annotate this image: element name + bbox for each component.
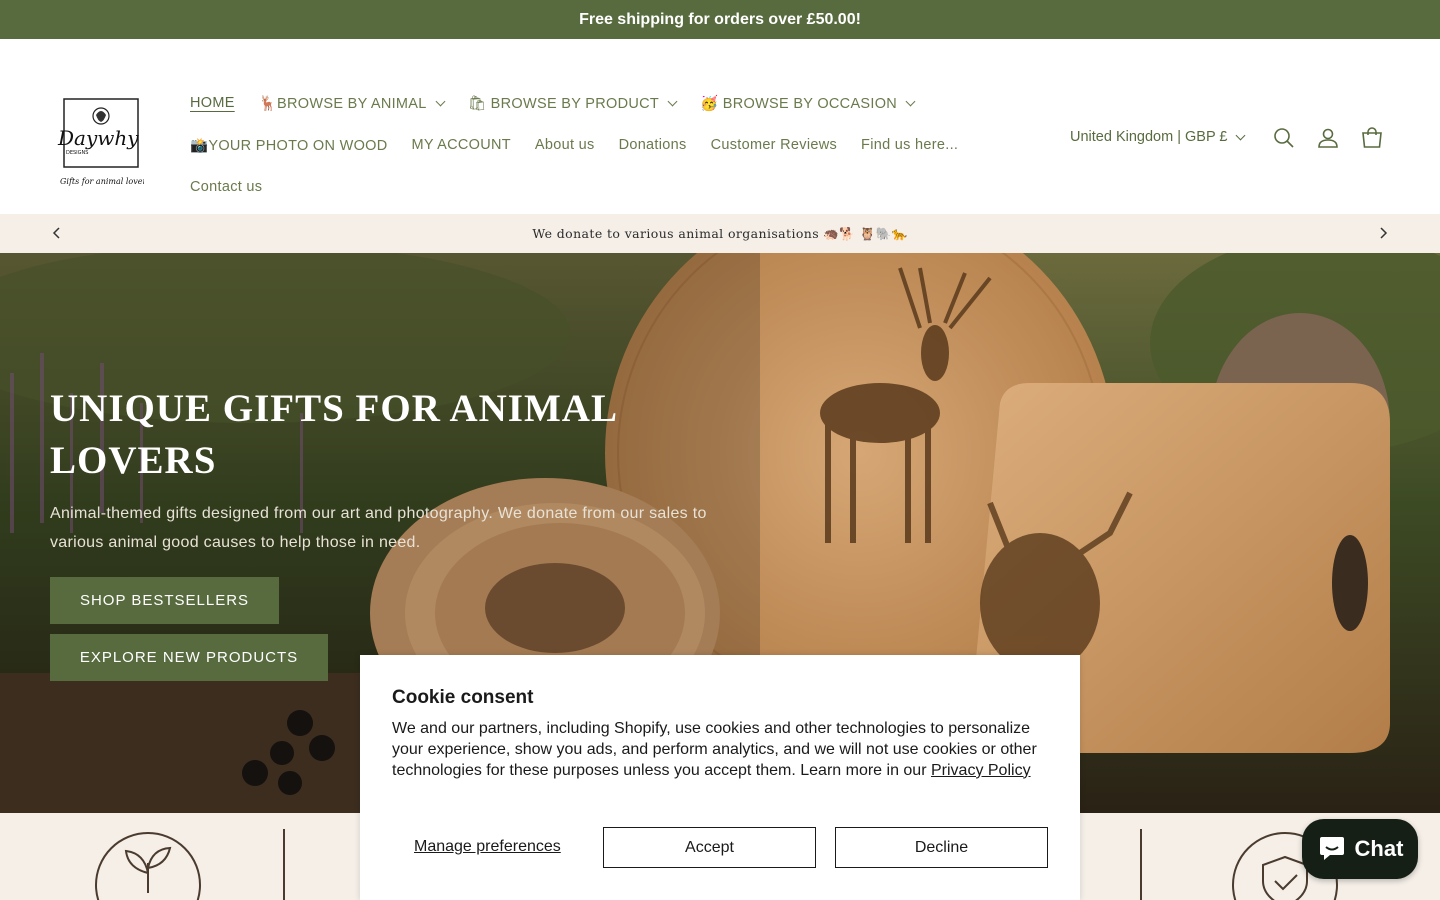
hero-subtitle: Animal-themed gifts designed from our ar…	[50, 505, 707, 551]
nav-customer-reviews-label: Customer Reviews	[710, 137, 838, 153]
nav-donations[interactable]: Donations	[619, 137, 687, 153]
chat-label: Chat	[1354, 836, 1404, 861]
chevron-down-icon	[435, 96, 446, 106]
nav-browse-occasion[interactable]: 🥳 BROWSE BY OCCASION	[700, 95, 916, 112]
announcement-text: Free shipping for orders over £50.00!	[579, 10, 861, 28]
manage-preferences-link[interactable]: Manage preferences	[414, 838, 561, 856]
nav-about-us-label: About us	[534, 137, 595, 153]
cookie-title: Cookie consent	[392, 687, 534, 708]
chevron-right-icon[interactable]	[1375, 225, 1391, 241]
shop-bestsellers-button[interactable]: SHOP BESTSELLERS	[50, 577, 279, 624]
privacy-policy-link[interactable]: Privacy Policy	[931, 762, 1031, 779]
accept-button[interactable]: Accept	[603, 827, 816, 868]
leaf-icon	[95, 832, 201, 900]
nav-find-us-label: Find us here...	[861, 137, 959, 153]
nav-find-us[interactable]: Find us here...	[861, 137, 958, 153]
nav-home-label: HOME	[190, 95, 235, 111]
cart-icon[interactable]	[1360, 126, 1384, 150]
divider	[283, 829, 285, 900]
nav-browse-product-label: 🛍 BROWSE BY PRODUCT	[467, 95, 660, 112]
account-icon[interactable]	[1316, 126, 1340, 150]
nav-photo-on-wood[interactable]: 📸YOUR PHOTO ON WOOD	[190, 137, 388, 154]
site-header: Daywhy DESIGNS Gifts for animal lovers H…	[0, 39, 1440, 214]
nav-customer-reviews[interactable]: Customer Reviews	[711, 137, 837, 153]
svg-text:Gifts for animal lovers: Gifts for animal lovers	[60, 177, 144, 186]
nav-donations-label: Donations	[618, 137, 687, 153]
nav-contact-us[interactable]: Contact us	[190, 179, 262, 195]
nav-photo-on-wood-label: 📸YOUR PHOTO ON WOOD	[190, 137, 388, 154]
logo-graphic: Daywhy DESIGNS Gifts for animal lovers	[57, 98, 150, 186]
hero-title: UNIQUE GIFTS FOR ANIMAL LOVERS	[50, 387, 616, 482]
svg-text:Daywhy: Daywhy	[57, 126, 139, 150]
chevron-left-icon[interactable]	[49, 225, 65, 241]
divider	[1140, 829, 1142, 900]
explore-new-products-button[interactable]: EXPLORE NEW PRODUCTS	[50, 634, 328, 681]
chevron-down-icon	[1236, 130, 1246, 140]
chat-bubble-icon	[1319, 837, 1344, 860]
secondary-announcement-bar: We donate to various animal organisation…	[0, 214, 1440, 253]
chevron-down-icon	[667, 96, 678, 106]
cookie-consent-dialog: Cookie consent We and our partners, incl…	[360, 655, 1080, 900]
site-logo[interactable]: Daywhy DESIGNS Gifts for animal lovers	[52, 95, 150, 189]
svg-text:DESIGNS: DESIGNS	[66, 150, 88, 156]
decline-button[interactable]: Decline	[835, 827, 1048, 868]
nav-browse-animal-label: 🦌BROWSE BY ANIMAL	[258, 95, 427, 112]
nav-my-account-label: MY ACCOUNT	[411, 137, 511, 153]
announcement-bar: Free shipping for orders over £50.00!	[0, 0, 1440, 39]
nav-browse-occasion-label: 🥳 BROWSE BY OCCASION	[700, 95, 898, 112]
nav-home[interactable]: HOME	[190, 95, 235, 111]
cookie-body: We and our partners, including Shopify, …	[392, 719, 1052, 781]
nav-browse-animal[interactable]: 🦌BROWSE BY ANIMAL	[258, 95, 446, 112]
chevron-down-icon	[905, 96, 916, 106]
secondary-announcement-text: We donate to various animal organisation…	[532, 225, 908, 241]
nav-my-account[interactable]: MY ACCOUNT	[412, 137, 511, 153]
nav-about-us[interactable]: About us	[535, 137, 595, 153]
nav-contact-us-label: Contact us	[190, 179, 263, 195]
search-icon[interactable]	[1272, 126, 1296, 150]
main-nav: HOME 🦌BROWSE BY ANIMAL 🛍 BROWSE BY PRODU…	[190, 82, 1050, 208]
region-label: United Kingdom | GBP £	[1070, 129, 1228, 145]
chat-button[interactable]: Chat	[1302, 819, 1418, 879]
country-currency-selector[interactable]: United Kingdom | GBP £	[1070, 129, 1246, 145]
nav-browse-product[interactable]: 🛍 BROWSE BY PRODUCT	[467, 95, 678, 112]
